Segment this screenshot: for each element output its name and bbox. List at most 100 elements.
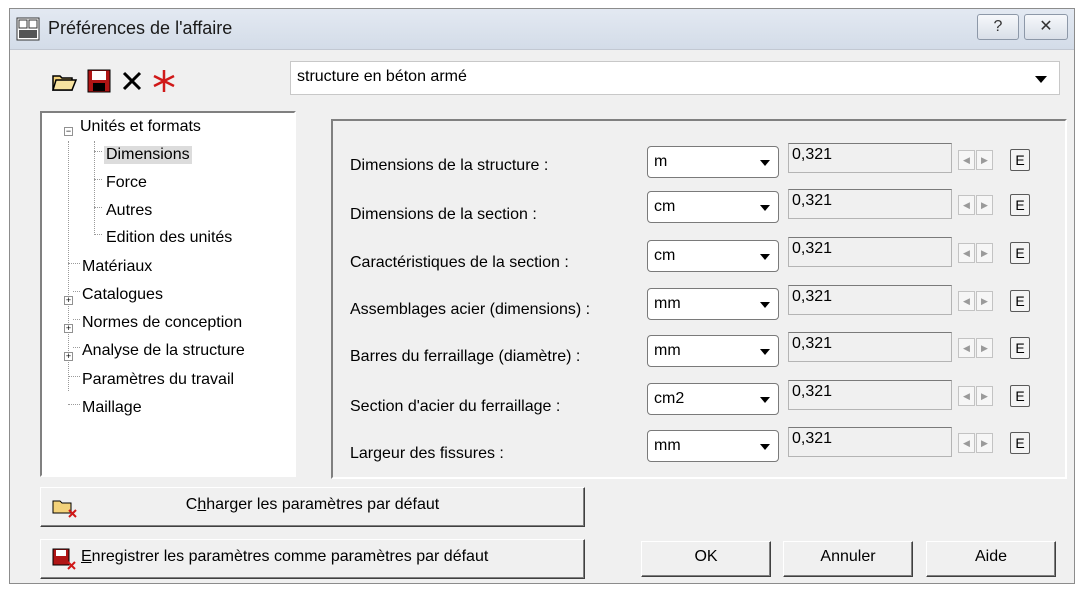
e-button[interactable]: E — [1010, 385, 1030, 407]
arrow-left-icon[interactable]: ◀ — [958, 243, 975, 263]
unit-select[interactable]: cm — [647, 191, 779, 223]
cancel-button[interactable]: Annuler — [783, 541, 913, 577]
open-folder-icon[interactable] — [50, 67, 78, 95]
arrow-right-icon[interactable]: ▶ — [976, 433, 993, 453]
profile-combo[interactable]: structure en béton armé — [290, 61, 1060, 95]
value-text: 0,321 — [792, 288, 833, 305]
unit-value: cm — [654, 198, 676, 215]
help-button[interactable]: Aide — [926, 541, 1056, 577]
e-button[interactable]: E — [1010, 194, 1030, 216]
save-defaults-mnemonic: E — [81, 548, 92, 565]
load-defaults-mnemonic: h — [197, 496, 207, 513]
tree-item-autres[interactable]: Autres — [106, 202, 152, 220]
chevron-down-icon[interactable] — [760, 397, 770, 403]
arrow-left-icon[interactable]: ◀ — [958, 150, 975, 170]
tree-item-catalogues[interactable]: Catalogues — [82, 286, 163, 304]
row-label: Largeur des fissures : — [350, 445, 504, 462]
close-button[interactable]: ✕ — [1024, 14, 1068, 40]
row-label: Caractéristiques de la section : — [350, 254, 569, 271]
tree-item-materiaux[interactable]: Matériaux — [82, 258, 152, 276]
value-field[interactable]: 0,321 — [788, 189, 952, 219]
tree-item-maillage[interactable]: Maillage — [82, 399, 142, 417]
arrow-right-icon[interactable]: ▶ — [976, 195, 993, 215]
chevron-down-icon[interactable] — [760, 349, 770, 355]
unit-select[interactable]: mm — [647, 288, 779, 320]
e-button[interactable]: E — [1010, 290, 1030, 312]
arrow-right-icon[interactable]: ▶ — [976, 243, 993, 263]
chevron-down-icon[interactable] — [760, 302, 770, 308]
value-field[interactable]: 0,321 — [788, 380, 952, 410]
tree-item-dimensions[interactable]: Dimensions — [104, 146, 192, 164]
chevron-down-icon[interactable] — [760, 160, 770, 166]
tree-item-force[interactable]: Force — [106, 174, 147, 192]
unit-select[interactable]: cm2 — [647, 383, 779, 415]
arrow-right-icon[interactable]: ▶ — [976, 291, 993, 311]
load-defaults-first: C — [185, 496, 198, 513]
save-defaults-button[interactable]: Enregistrer les paramètres comme paramèt… — [40, 539, 585, 579]
preferences-dialog: Préférences de l'affaire ? ✕ structure e… — [9, 8, 1075, 584]
chevron-down-icon[interactable] — [760, 205, 770, 211]
value-text: 0,321 — [792, 192, 833, 209]
tree-item-normes[interactable]: Normes de conception — [82, 314, 242, 332]
cancel-label: Annuler — [820, 548, 876, 565]
expand-icon[interactable]: + — [64, 352, 73, 361]
e-button[interactable]: E — [1010, 149, 1030, 171]
arrow-left-icon[interactable]: ◀ — [958, 338, 975, 358]
load-defaults-rest: harger les paramètres par défaut — [206, 496, 440, 513]
help-label: Aide — [974, 548, 1008, 565]
arrow-left-icon[interactable]: ◀ — [958, 195, 975, 215]
collapse-icon[interactable]: − — [64, 127, 73, 136]
row-label: Dimensions de la structure : — [350, 157, 549, 174]
save-disk-icon[interactable] — [85, 67, 113, 95]
value-field[interactable]: 0,321 — [788, 285, 952, 315]
value-text: 0,321 — [792, 383, 833, 400]
row-label: Barres du ferraillage (diamètre) : — [350, 348, 581, 365]
arrow-left-icon[interactable]: ◀ — [958, 386, 975, 406]
ok-label: OK — [694, 548, 718, 565]
title-bar: Préférences de l'affaire ? ✕ — [10, 9, 1074, 50]
arrow-left-icon[interactable]: ◀ — [958, 433, 975, 453]
value-field[interactable]: 0,321 — [788, 143, 952, 173]
arrow-right-icon[interactable]: ▶ — [976, 338, 993, 358]
tree-item-analyse[interactable]: Analyse de la structure — [82, 342, 245, 360]
unit-value: m — [654, 153, 668, 170]
chevron-down-icon[interactable] — [760, 254, 770, 260]
unit-select[interactable]: cm — [647, 240, 779, 272]
value-field[interactable]: 0,321 — [788, 332, 952, 362]
help-title-button[interactable]: ? — [977, 14, 1019, 40]
category-tree[interactable]: − Unités et formats Dimensions Force Aut… — [40, 111, 296, 477]
arrow-right-icon[interactable]: ▶ — [976, 150, 993, 170]
value-text: 0,321 — [792, 146, 833, 163]
disk-reset-icon — [52, 548, 76, 570]
unit-value: cm — [654, 247, 676, 264]
expand-icon[interactable]: + — [64, 324, 73, 333]
value-text: 0,321 — [792, 240, 833, 257]
ok-button[interactable]: OK — [641, 541, 771, 577]
e-button[interactable]: E — [1010, 432, 1030, 454]
unit-select[interactable]: mm — [647, 430, 779, 462]
e-button[interactable]: E — [1010, 337, 1030, 359]
tree-item-unites-formats[interactable]: Unités et formats — [80, 118, 201, 136]
unit-value: cm2 — [654, 390, 685, 407]
tree-item-edition-unites[interactable]: Edition des unités — [106, 229, 232, 247]
value-field[interactable]: 0,321 — [788, 237, 952, 267]
row-label: Dimensions de la section : — [350, 206, 537, 223]
tree-item-parametres-travail[interactable]: Paramètres du travail — [82, 371, 234, 389]
new-star-icon[interactable] — [150, 67, 178, 95]
e-button[interactable]: E — [1010, 242, 1030, 264]
value-text: 0,321 — [792, 430, 833, 447]
unit-value: mm — [654, 342, 681, 359]
unit-select[interactable]: mm — [647, 335, 779, 367]
profile-combo-value: structure en béton armé — [297, 68, 467, 85]
delete-x-icon[interactable] — [118, 67, 146, 95]
value-field[interactable]: 0,321 — [788, 427, 952, 457]
unit-select[interactable]: m — [647, 146, 779, 178]
load-defaults-button[interactable]: Chharger les paramètres par défaut — [40, 487, 585, 527]
chevron-down-icon[interactable] — [760, 444, 770, 450]
row-label: Section d'acier du ferraillage : — [350, 398, 561, 415]
expand-icon[interactable]: + — [64, 296, 73, 305]
chevron-down-icon[interactable] — [1035, 76, 1047, 83]
arrow-right-icon[interactable]: ▶ — [976, 386, 993, 406]
row-label: Assemblages acier (dimensions) : — [350, 301, 591, 318]
arrow-left-icon[interactable]: ◀ — [958, 291, 975, 311]
